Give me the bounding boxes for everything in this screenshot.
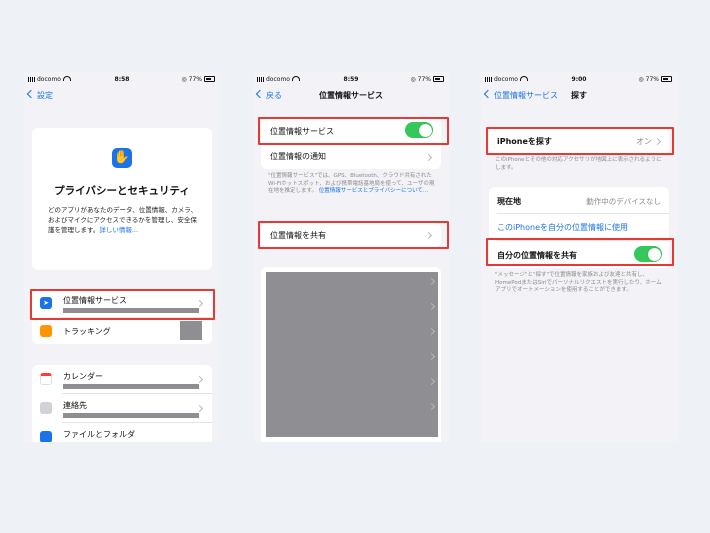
app-permissions-group: カレンダー 連絡先 ファイルとフォルダ — [32, 365, 212, 442]
folder-icon — [40, 431, 52, 442]
privacy-description: どのアプリがあなたのデータ、位置情報、カメラ、およびマイクにアクセスできるかを管… — [48, 205, 200, 235]
privacy-about-link[interactable]: 位置情報サービスとプライバシーについて... — [319, 188, 428, 194]
highlight-share-location — [258, 221, 449, 249]
location-alerts-label: 位置情報の通知 — [270, 152, 326, 161]
nav-bar: 設定 — [24, 89, 220, 104]
status-bar: docomo 8:59 ◎ 77% — [253, 74, 449, 86]
calendar-label: カレンダー — [63, 372, 103, 381]
nav-bar: 位置情報サービス 探す — [481, 89, 677, 104]
location-status-icon: ◎ — [410, 76, 418, 83]
highlight-location-services — [30, 289, 215, 320]
location-services-footnote: "位置情報サービス"では、GPS、Bluetooth、クラウド共有されたWi-F… — [268, 173, 439, 196]
use-this-iphone-row[interactable]: このiPhoneを自分の位置情報に使用 — [489, 214, 669, 240]
battery-percent: 77% — [645, 76, 659, 83]
chevron-right-icon — [195, 404, 204, 413]
learn-more-link[interactable]: 詳しい情報... — [99, 226, 138, 234]
current-location-row: 現在地 動作中のデバイスなし — [489, 187, 669, 213]
back-label: 設定 — [37, 91, 53, 100]
location-status-icon: ◎ — [638, 76, 646, 83]
battery-percent: 77% — [188, 76, 202, 83]
calendar-icon — [40, 373, 52, 385]
page-title: プライバシーとセキュリティ — [54, 185, 190, 197]
back-label: 戻る — [266, 91, 282, 100]
chevron-right-icon — [195, 375, 204, 384]
tracking-label: トラッキング — [63, 327, 111, 336]
files-folders-label: ファイルとフォルダ — [63, 430, 135, 439]
battery-percent: 77% — [417, 76, 431, 83]
back-button[interactable]: 位置情報サービス — [483, 89, 558, 101]
nav-bar: 位置情報サービス 戻る — [253, 89, 449, 104]
redacted-subtitle — [63, 413, 199, 418]
back-button[interactable]: 戻る — [255, 89, 282, 101]
chevron-right-icon — [424, 153, 433, 162]
current-location-label: 現在地 — [497, 197, 521, 206]
highlight-find-iphone — [486, 127, 674, 155]
highlight-share-my-location — [486, 238, 674, 266]
status-bar: docomo 9:00 ◎ 77% — [481, 74, 677, 86]
status-bar: docomo 8:58 ◎ 77% — [24, 74, 220, 86]
find-iphone-note: このiPhoneとその他の対応アクセサリが地図上に表示されるようにします。 — [495, 157, 662, 171]
share-location-note: "メッセージ"と"探す"で位置情報を家族および友達と共有し、HomePodまたは… — [495, 272, 662, 293]
files-folders-row[interactable]: ファイルとフォルダ — [32, 423, 212, 442]
hand-icon: ✋ — [112, 148, 132, 168]
battery-icon — [204, 76, 215, 82]
app-list-group — [261, 267, 441, 442]
location-alerts-row[interactable]: 位置情報の通知 — [261, 144, 441, 169]
back-button[interactable]: 設定 — [26, 89, 53, 101]
privacy-hero-card: ✋ プライバシーとセキュリティ どのアプリがあなたのデータ、位置情報、カメラ、お… — [32, 128, 212, 270]
current-location-value: 動作中のデバイスなし — [586, 197, 661, 206]
chevron-left-icon — [255, 89, 265, 99]
redacted-app-list — [266, 272, 438, 437]
tracking-row[interactable]: トラッキング — [32, 318, 212, 344]
nav-title: 位置情報サービス — [319, 91, 383, 100]
nav-title: 探す — [571, 91, 587, 100]
contacts-label: 連絡先 — [63, 401, 87, 410]
highlight-location-services-toggle — [258, 117, 449, 145]
back-label: 位置情報サービス — [494, 91, 558, 100]
chevron-left-icon — [26, 89, 36, 99]
contacts-row[interactable]: 連絡先 — [32, 394, 212, 422]
contacts-icon — [40, 402, 52, 414]
settings-privacy-screen: docomo 8:58 ◎ 77% 設定 ✋ プライバシーとセキュリティ どのア… — [24, 72, 220, 442]
chevron-left-icon — [483, 89, 493, 99]
calendar-row[interactable]: カレンダー — [32, 365, 212, 393]
location-services-screen: docomo 8:59 ◎ 77% 位置情報サービス 戻る 位置情報サービス 位… — [253, 72, 449, 442]
location-status-icon: ◎ — [181, 76, 189, 83]
tracking-icon — [40, 325, 52, 337]
battery-icon — [661, 76, 672, 82]
find-my-screen: docomo 9:00 ◎ 77% 位置情報サービス 探す iPhoneを探す … — [481, 72, 677, 442]
use-this-iphone-link[interactable]: このiPhoneを自分の位置情報に使用 — [497, 222, 628, 233]
redacted-value — [180, 321, 202, 340]
redacted-subtitle — [63, 384, 199, 389]
battery-icon — [433, 76, 444, 82]
